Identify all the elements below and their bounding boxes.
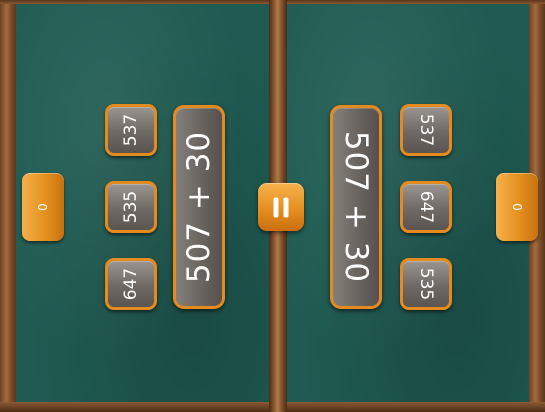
right-equation-tile: 507 + 30 bbox=[330, 105, 382, 309]
left-choice-2-label: 535 bbox=[120, 190, 141, 224]
right-choice-3-label: 535 bbox=[415, 267, 436, 301]
equals-icon bbox=[258, 183, 304, 231]
left-score-value: 0 bbox=[35, 203, 50, 211]
left-choice-1[interactable]: 537 bbox=[105, 104, 157, 156]
left-choice-3-label: 647 bbox=[120, 267, 141, 301]
left-choice-3[interactable]: 647 bbox=[105, 258, 157, 310]
game-stage: 0 537 535 647 507 + 30 507 + 30 537 647 … bbox=[0, 0, 545, 412]
right-choice-2[interactable]: 647 bbox=[400, 181, 452, 233]
left-equation-text: 507 + 30 bbox=[181, 130, 217, 284]
right-choice-1-label: 537 bbox=[415, 113, 436, 147]
left-score-badge: 0 bbox=[22, 173, 64, 241]
right-choice-1[interactable]: 537 bbox=[400, 104, 452, 156]
right-choice-3[interactable]: 535 bbox=[400, 258, 452, 310]
left-wood-frame bbox=[0, 0, 16, 412]
left-equation-tile: 507 + 30 bbox=[173, 105, 225, 309]
right-choice-2-label: 647 bbox=[415, 190, 436, 224]
left-choice-1-label: 537 bbox=[120, 113, 141, 147]
right-score-value: 0 bbox=[509, 203, 524, 211]
left-choice-2[interactable]: 535 bbox=[105, 181, 157, 233]
right-equation-text: 507 + 30 bbox=[338, 130, 374, 284]
right-score-badge: 0 bbox=[496, 173, 538, 241]
